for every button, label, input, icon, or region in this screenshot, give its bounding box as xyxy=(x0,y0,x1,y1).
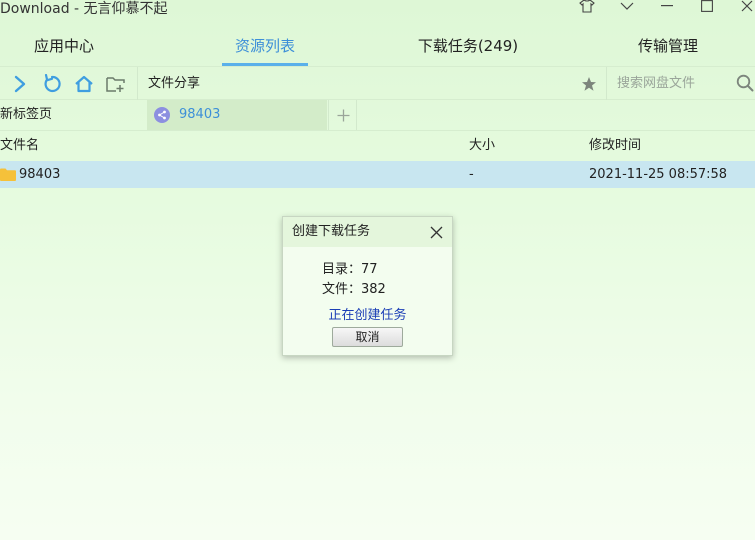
sub-tabs: 新标签页 98403 xyxy=(0,100,755,131)
refresh-icon[interactable] xyxy=(42,74,62,94)
dialog-title: 创建下载任务 xyxy=(292,224,371,239)
tab-download-tasks[interactable]: 下载任务(249) xyxy=(404,28,532,66)
skin-icon[interactable] xyxy=(576,0,598,16)
search-input[interactable]: 搜索网盘文件 xyxy=(606,67,755,100)
tab-resource-list[interactable]: 资源列表 xyxy=(222,28,308,66)
share-icon xyxy=(154,107,170,123)
directory-count: 目录：77 xyxy=(322,262,378,277)
column-header-size[interactable]: 大小 xyxy=(469,131,495,161)
home-icon[interactable] xyxy=(74,74,94,94)
column-header-name[interactable]: 文件名 xyxy=(0,131,39,161)
toolbar: 文件分享 搜索网盘文件 xyxy=(0,66,755,100)
create-download-dialog: 创建下载任务 目录：77 文件：382 正在创建任务 取消 xyxy=(282,216,453,356)
subtab-label: 98403 xyxy=(179,107,221,122)
cancel-button[interactable]: 取消 xyxy=(332,327,403,347)
window-title: Download - 无言仰慕不起 xyxy=(0,1,168,17)
folder-icon xyxy=(0,168,16,185)
column-header-modified[interactable]: 修改时间 xyxy=(589,131,641,161)
star-icon[interactable] xyxy=(579,74,599,94)
add-tab-button[interactable] xyxy=(330,100,356,130)
main-tabs: 应用中心 资源列表 下载任务(249) 传输管理 xyxy=(0,28,755,66)
creating-status: 正在创建任务 xyxy=(328,308,407,323)
subtab-divider xyxy=(328,100,329,130)
forward-icon[interactable] xyxy=(10,74,30,94)
file-count: 文件：382 xyxy=(322,282,386,297)
close-window-icon[interactable] xyxy=(736,0,755,16)
new-folder-icon[interactable] xyxy=(106,74,126,94)
file-size: - xyxy=(469,167,474,182)
search-icon[interactable] xyxy=(735,73,755,93)
maximize-icon[interactable] xyxy=(696,0,718,16)
subtab-share-98403[interactable]: 98403 xyxy=(147,100,327,130)
current-path: 文件分享 xyxy=(148,76,201,91)
subtab-new-tab[interactable]: 新标签页 xyxy=(0,100,52,130)
file-modified: 2021-11-25 08:57:58 xyxy=(589,167,728,182)
table-row[interactable]: 98403 - 2021-11-25 08:57:58 xyxy=(0,161,755,188)
tab-transfer-management[interactable]: 传输管理 xyxy=(626,28,710,66)
plus-icon xyxy=(337,109,349,121)
file-name: 98403 xyxy=(19,167,61,182)
minimize-icon[interactable] xyxy=(656,0,678,16)
dialog-header: 创建下载任务 xyxy=(283,217,452,247)
table-header: 文件名 大小 修改时间 xyxy=(0,131,755,161)
toolbar-divider xyxy=(137,67,138,100)
search-placeholder: 搜索网盘文件 xyxy=(617,76,696,91)
title-bar: Download - 无言仰慕不起 xyxy=(0,0,755,18)
subtab-divider-end xyxy=(356,100,357,130)
close-icon[interactable] xyxy=(427,223,445,241)
tab-app-center[interactable]: 应用中心 xyxy=(22,28,106,66)
chevron-down-icon[interactable] xyxy=(616,0,638,16)
